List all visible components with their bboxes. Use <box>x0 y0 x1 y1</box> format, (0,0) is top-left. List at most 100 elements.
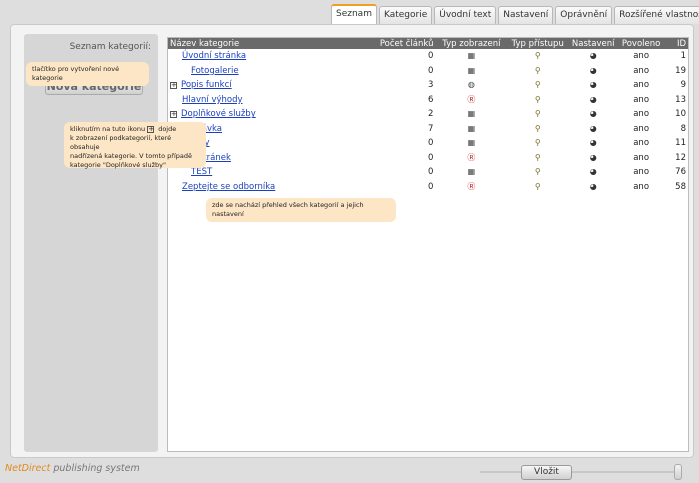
header-enabled[interactable]: Povoleno <box>618 38 665 49</box>
tab-kategorie[interactable]: Kategorie <box>378 6 433 24</box>
table-row[interactable]: Fotogalerie 0 ▦ ⚲ ◕ ano 19 <box>168 64 688 79</box>
article-count: 0 <box>428 138 434 149</box>
header-settings[interactable]: Nastavení <box>568 38 619 49</box>
key-icon[interactable]: ⚲ <box>535 182 541 191</box>
restricted-icon[interactable]: Ⓡ <box>467 152 475 163</box>
category-id: 1 <box>680 51 686 62</box>
view-type-cell: ▦ <box>435 122 507 137</box>
table-row[interactable]: dnávka 7 ▦ ⚲ ◕ ano 8 <box>168 122 688 137</box>
eye-icon[interactable]: ◕ <box>590 109 597 118</box>
settings-cell: ◕ <box>568 151 618 166</box>
view-grid-icon[interactable]: ▦ <box>468 124 476 133</box>
restricted-icon[interactable]: Ⓡ <box>467 94 475 105</box>
tab-uvodni-text[interactable]: Úvodní text <box>434 6 497 24</box>
settings-cell: ◕ <box>568 136 618 151</box>
view-type-cell: ▦ <box>435 64 507 79</box>
tab-opravneni[interactable]: Oprávnění <box>555 6 613 24</box>
expand-icon[interactable]: + <box>170 111 177 119</box>
eye-icon[interactable]: ◕ <box>590 167 597 176</box>
category-link[interactable]: Hlavní výhody <box>182 95 243 105</box>
category-link[interactable]: Doplňkové služby <box>181 109 256 119</box>
view-grid-icon[interactable]: ▦ <box>468 51 476 60</box>
key-icon[interactable]: ⚲ <box>535 66 541 75</box>
resize-handle[interactable] <box>674 464 682 480</box>
article-count: 0 <box>428 167 434 178</box>
key-icon[interactable]: ⚲ <box>535 95 541 104</box>
tip-expand-line: kliknutím na tuto ikonu + dojde <box>70 125 177 133</box>
tip-new-category: tlačítko pro vytvoření nové kategorie <box>26 62 149 86</box>
category-id: 10 <box>675 109 686 120</box>
eye-icon[interactable]: ◕ <box>590 66 597 75</box>
eye-icon[interactable]: ◕ <box>590 51 597 60</box>
access-type-cell: ⚲ <box>507 180 568 195</box>
tab-rozsirene-vlastnosti[interactable]: Rozšířené vlastnosti <box>614 6 699 24</box>
settings-cell: ◕ <box>568 180 618 195</box>
view-grid-icon[interactable]: ▦ <box>468 167 476 176</box>
category-link[interactable]: Úvodní stránka <box>182 51 246 61</box>
view-type-cell: Ⓡ <box>435 151 507 166</box>
tip-expand-subcategories: kliknutím na tuto ikonu + dojde k zobraze… <box>64 122 206 169</box>
key-icon[interactable]: ⚲ <box>535 109 541 118</box>
settings-cell: ◕ <box>568 78 618 93</box>
category-id: 19 <box>675 65 686 76</box>
view-type-cell: ◍ <box>435 78 507 93</box>
restricted-icon[interactable]: Ⓡ <box>467 181 475 192</box>
category-id: 12 <box>675 152 686 163</box>
category-link[interactable]: Zeptejte se odborníka <box>182 182 275 192</box>
key-icon[interactable]: ⚲ <box>535 167 541 176</box>
header-id[interactable]: ID <box>664 38 688 49</box>
eye-icon[interactable]: ◕ <box>590 95 597 104</box>
tip-expand-line: nadřízená kategorie. V tomto případě <box>70 152 192 160</box>
eye-icon[interactable]: ◕ <box>590 182 597 191</box>
table-row[interactable]: a stránek 0 Ⓡ ⚲ ◕ ano 12 <box>168 151 688 166</box>
view-type-cell: ▦ <box>435 107 507 122</box>
key-icon[interactable]: ⚲ <box>535 124 541 133</box>
sidebar: Seznam kategorií: Nová kategorie <box>24 34 158 452</box>
table-row[interactable]: + Popis funkcí 3 ◍ ⚲ ◕ ano 9 <box>168 78 688 93</box>
eye-icon[interactable]: ◕ <box>590 153 597 162</box>
table-row[interactable]: Hlavní výhody 6 Ⓡ ⚲ ◕ ano 13 <box>168 93 688 108</box>
eye-icon[interactable]: ◕ <box>590 124 597 133</box>
key-icon[interactable]: ⚲ <box>535 138 541 147</box>
eye-icon[interactable]: ◕ <box>590 138 597 147</box>
view-grid-icon[interactable]: ▦ <box>468 109 476 118</box>
insert-button[interactable]: Vložit <box>521 465 572 480</box>
table-row[interactable]: TEST 0 ▦ ⚲ ◕ ano 76 <box>168 165 688 180</box>
access-type-cell: ⚲ <box>507 151 568 166</box>
header-view-type[interactable]: Typ zobrazení <box>435 38 508 49</box>
enabled-value: ano <box>633 109 650 120</box>
table-row[interactable]: akty0▦⚲◕ano11 <box>168 136 688 151</box>
table-row[interactable]: + Doplňkové služby 2 ▦ ⚲ ◕ ano 10 <box>168 107 688 122</box>
article-count: 0 <box>428 152 434 163</box>
view-grid-icon[interactable]: ▦ <box>468 138 476 147</box>
header-access-type[interactable]: Typ přístupu <box>507 38 569 49</box>
table-row[interactable]: Úvodní stránka 0 ▦ ⚲ ◕ ano 1 <box>168 49 688 64</box>
header-name[interactable]: Název kategorie <box>168 38 367 49</box>
view-grid-icon[interactable]: ▦ <box>468 66 476 75</box>
access-type-cell: ⚲ <box>507 136 568 151</box>
category-link[interactable]: Popis funkcí <box>181 80 232 90</box>
access-type-cell: ⚲ <box>507 122 568 137</box>
enabled-value: ano <box>633 51 650 62</box>
enabled-value: ano <box>633 123 650 134</box>
tab-nastaveni[interactable]: Nastavení <box>498 6 554 24</box>
access-type-cell: ⚲ <box>507 107 568 122</box>
category-link[interactable]: Fotogalerie <box>191 66 239 76</box>
key-icon[interactable]: ⚲ <box>535 80 541 89</box>
eye-icon[interactable]: ◕ <box>590 80 597 89</box>
view-type-cell: ▦ <box>435 49 507 64</box>
sidebar-title: Seznam kategorií: <box>69 42 151 52</box>
tab-seznam[interactable]: Seznam <box>331 4 377 24</box>
category-id: 8 <box>680 123 686 134</box>
key-icon[interactable]: ⚲ <box>535 51 541 60</box>
header-count[interactable]: Počet článků <box>366 38 436 49</box>
category-name-cell: Úvodní stránka <box>168 49 367 64</box>
expand-icon[interactable]: + <box>170 82 177 90</box>
table-row[interactable]: Zeptejte se odborníka 0 Ⓡ ⚲ ◕ ano 58 <box>168 180 688 195</box>
enabled-value: ano <box>633 167 650 178</box>
settings-cell: ◕ <box>568 122 618 137</box>
photo-icon[interactable]: ◍ <box>468 80 475 89</box>
category-id: 76 <box>675 167 686 178</box>
key-icon[interactable]: ⚲ <box>535 153 541 162</box>
access-type-cell: ⚲ <box>507 78 568 93</box>
